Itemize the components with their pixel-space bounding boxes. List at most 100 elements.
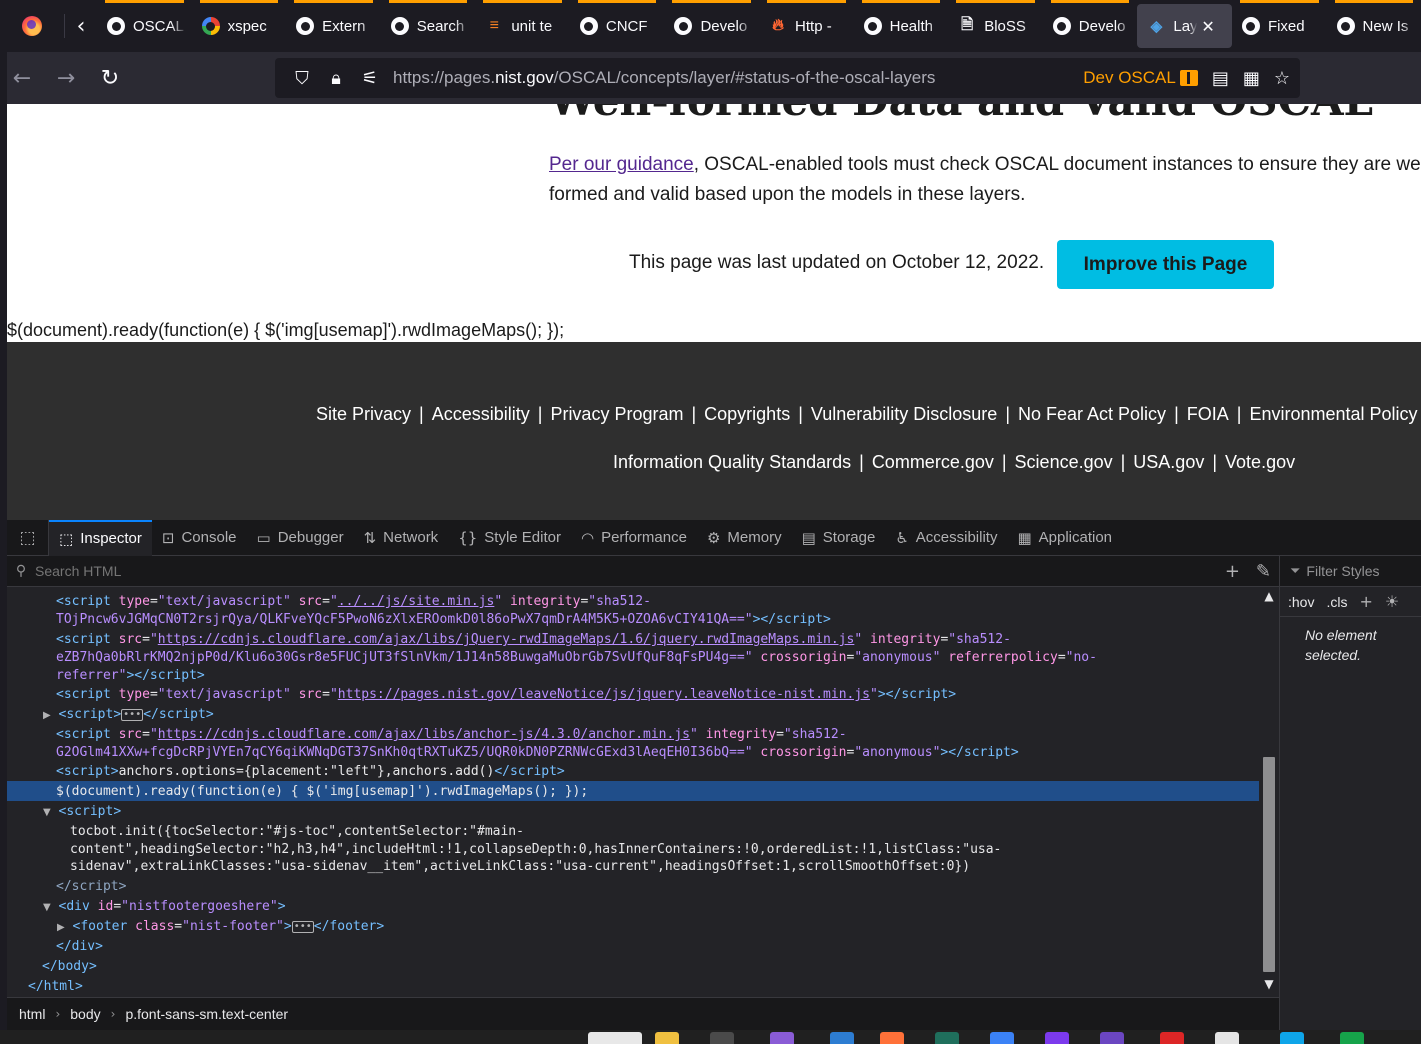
footer-link[interactable]: FOIA xyxy=(1187,404,1229,425)
browser-tab[interactable]: ≡ unit te xyxy=(475,0,570,52)
expand-triangle-icon[interactable]: ▶ xyxy=(43,710,51,721)
browser-tab[interactable]: Health xyxy=(854,0,949,52)
element-picker-icon[interactable]: ⬚ xyxy=(7,519,49,556)
breadcrumb-item[interactable]: body xyxy=(70,1006,100,1022)
browser-tab[interactable]: OSCAL xyxy=(97,0,192,52)
footer-link[interactable]: Privacy Program xyxy=(550,404,683,425)
expand-triangle-icon[interactable]: ▶ xyxy=(57,922,65,933)
taskbar-app-icon[interactable] xyxy=(1100,1032,1124,1044)
collapsed-content-icon[interactable]: ••• xyxy=(291,920,314,933)
footer-link[interactable]: Commerce.gov xyxy=(872,452,994,473)
taskbar-app-icon[interactable] xyxy=(1280,1032,1304,1044)
taskbar-app-icon[interactable] xyxy=(655,1032,679,1044)
guidance-link[interactable]: Per our guidance xyxy=(549,154,694,175)
hov-toggle[interactable]: :hov xyxy=(1288,594,1314,610)
taskbar-app-icon[interactable] xyxy=(710,1032,734,1044)
browser-tab[interactable]: Search xyxy=(381,0,476,52)
extensions-grid-icon[interactable]: ▦ xyxy=(1243,68,1260,89)
lock-icon[interactable]: 🔒︎ xyxy=(319,68,353,89)
taskbar-app-icon[interactable] xyxy=(770,1032,794,1044)
devtools-tab[interactable]: ⊡ Console xyxy=(152,520,247,556)
markup-node-collapsed[interactable]: ▶ <footer class="nist-footer"> ••• </foote… xyxy=(57,918,384,937)
markup-text-node[interactable]: tocbot.init({tocSelector:"#js-toc",conte… xyxy=(70,823,524,841)
tracking-shield-icon[interactable]: ⛉ xyxy=(285,68,319,89)
tab-list-chevron-icon[interactable]: ‹ xyxy=(65,0,97,52)
browser-tab[interactable]: CNCF xyxy=(570,0,665,52)
taskbar-app-icon[interactable] xyxy=(880,1032,904,1044)
browser-tab[interactable]: New Is xyxy=(1327,0,1421,52)
filter-styles-bar[interactable]: ⏷ Filter Styles xyxy=(1280,556,1421,587)
reload-icon[interactable]: ↻ xyxy=(88,58,132,98)
devtools-tab[interactable]: ⇅ Network xyxy=(354,520,449,556)
footer-link[interactable]: Science.gov xyxy=(1015,452,1113,473)
light-theme-icon[interactable]: ☀ xyxy=(1385,592,1399,611)
taskbar-app-icon[interactable] xyxy=(588,1032,642,1044)
browser-tab[interactable]: Extern xyxy=(286,0,381,52)
devtools-tab[interactable]: ⬚ Inspector xyxy=(49,519,152,556)
markup-scrollbar[interactable]: ▲ ▼ xyxy=(1259,587,1279,997)
forward-arrow-icon[interactable]: → xyxy=(44,58,88,98)
breadcrumb-item[interactable]: p.font-sans-sm.text-center xyxy=(125,1006,288,1022)
devtools-tab[interactable]: ◠ Performance xyxy=(571,520,697,556)
markup-node-expanded[interactable]: ▼ <div id="nistfootergoeshere"> xyxy=(43,898,286,917)
taskbar-app-icon[interactable] xyxy=(990,1032,1014,1044)
footer-link[interactable]: No Fear Act Policy xyxy=(1018,404,1166,425)
browser-tab[interactable]: xspec xyxy=(192,0,287,52)
close-tab-icon[interactable]: ✕ xyxy=(1201,17,1214,36)
container-indicator[interactable]: Dev OSCAL xyxy=(1083,68,1198,88)
firefox-menu-button[interactable] xyxy=(0,0,64,52)
taskbar-app-icon[interactable] xyxy=(830,1032,854,1044)
reader-view-icon[interactable]: ▤ xyxy=(1212,68,1229,89)
scroll-down-icon[interactable]: ▼ xyxy=(1259,977,1279,991)
browser-tab[interactable]: Fixed xyxy=(1232,0,1327,52)
scrollbar-thumb[interactable] xyxy=(1263,757,1275,972)
footer-link[interactable]: Site Privacy xyxy=(316,404,411,425)
footer-link[interactable]: Environmental Policy xyxy=(1249,404,1417,425)
footer-link[interactable]: Copyrights xyxy=(704,404,790,425)
selected-markup-node[interactable]: $(document).ready(function(e) { $('img[u… xyxy=(56,783,588,801)
collapse-triangle-icon[interactable]: ▼ xyxy=(43,902,51,913)
collapse-triangle-icon[interactable]: ▼ xyxy=(43,807,51,818)
add-rule-icon[interactable]: + xyxy=(1359,592,1372,611)
browser-tab[interactable]: Develo xyxy=(664,0,759,52)
taskbar-app-icon[interactable] xyxy=(935,1032,959,1044)
footer-link[interactable]: Accessibility xyxy=(432,404,530,425)
url-bar[interactable]: ⛉ 🔒︎ ⚟ https://pages.nist.gov/OSCAL/conc… xyxy=(275,58,1300,98)
footer-link[interactable]: USA.gov xyxy=(1133,452,1204,473)
devtools-tab[interactable]: ▦ Application xyxy=(1007,520,1122,556)
taskbar-app-icon[interactable] xyxy=(1045,1032,1069,1044)
devtools-tab[interactable]: ▭ Debugger xyxy=(247,520,354,556)
improve-page-button[interactable]: Improve this Page xyxy=(1057,240,1274,289)
markup-node[interactable]: <script type="text/javascript" src="http… xyxy=(56,686,956,704)
bookmark-star-icon[interactable]: ☆ xyxy=(1274,68,1290,89)
devtools-tab[interactable]: {} Style Editor xyxy=(448,520,571,556)
markup-tree[interactable]: <script type="text/javascript" src="../.… xyxy=(7,587,1259,997)
breadcrumb-item[interactable]: html xyxy=(19,1006,45,1022)
url-text[interactable]: https://pages.nist.gov/OSCAL/concepts/la… xyxy=(393,68,935,88)
footer-link[interactable]: Vote.gov xyxy=(1225,452,1295,473)
markup-node[interactable]: <script type="text/javascript" src="../.… xyxy=(56,593,651,611)
markup-node[interactable]: <script src="https://cdnjs.cloudflare.co… xyxy=(56,726,847,744)
footer-link[interactable]: Vulnerability Disclosure xyxy=(811,404,997,425)
cls-toggle[interactable]: .cls xyxy=(1326,594,1347,610)
markup-node-collapsed[interactable]: ▶ <script> ••• </script> xyxy=(43,706,214,725)
add-node-icon[interactable]: + xyxy=(1225,561,1240,582)
markup-node[interactable]: <script>anchors.options={placement:"left… xyxy=(56,763,565,781)
devtools-tab[interactable]: ♿︎ Accessibility xyxy=(885,520,1007,556)
eyedropper-icon[interactable]: ✎ xyxy=(1256,561,1271,582)
browser-tab[interactable]: 🗎 BloSS xyxy=(948,0,1043,52)
markup-node-expanded[interactable]: ▼ <script> xyxy=(43,803,121,822)
taskbar-app-icon[interactable] xyxy=(1215,1032,1239,1044)
browser-tab[interactable]: 🔥︎ Http - xyxy=(759,0,854,52)
footer-link[interactable]: Information Quality Standards xyxy=(613,452,851,473)
taskbar-app-icon[interactable] xyxy=(1340,1032,1364,1044)
scroll-up-icon[interactable]: ▲ xyxy=(1259,589,1279,603)
permissions-icon[interactable]: ⚟ xyxy=(353,68,387,89)
devtools-tab[interactable]: ▤ Storage xyxy=(792,520,886,556)
search-html-input[interactable] xyxy=(35,563,1185,579)
collapsed-content-icon[interactable]: ••• xyxy=(121,708,144,721)
taskbar-app-icon[interactable] xyxy=(1160,1032,1184,1044)
browser-tab[interactable]: Develo xyxy=(1043,0,1138,52)
markup-node[interactable]: <script src="https://cdnjs.cloudflare.co… xyxy=(56,631,1011,649)
browser-tab[interactable]: ◈ Layers✕ xyxy=(1137,4,1232,48)
